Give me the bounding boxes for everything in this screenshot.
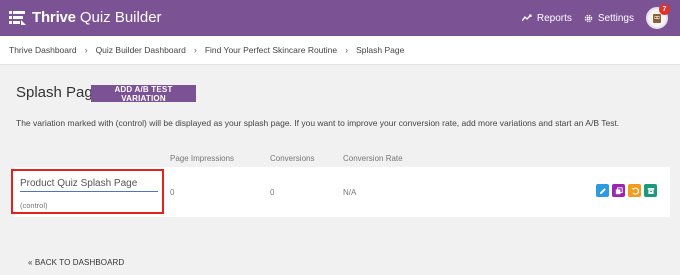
archive-button[interactable] bbox=[644, 184, 657, 197]
notification-badge: 7 bbox=[659, 4, 670, 15]
settings-link[interactable]: Settings bbox=[584, 13, 634, 24]
page-description: The variation marked with (control) will… bbox=[16, 118, 620, 128]
control-tag: (control) bbox=[20, 201, 48, 210]
top-nav: Reports Settings 7 bbox=[510, 4, 670, 31]
back-to-dashboard-link[interactable]: « BACK TO DASHBOARD bbox=[28, 258, 124, 267]
breadcrumb-quiz-builder-dashboard[interactable]: Quiz Builder Dashboard bbox=[96, 45, 186, 55]
thrive-logo-icon bbox=[9, 10, 26, 25]
impressions-value: 0 bbox=[170, 188, 175, 197]
reset-icon bbox=[631, 187, 639, 195]
breadcrumb-separator: › bbox=[193, 45, 197, 55]
archive-icon bbox=[647, 187, 654, 194]
edit-icon bbox=[599, 187, 606, 194]
gear-icon bbox=[584, 14, 593, 22]
variation-name-input[interactable]: Product Quiz Splash Page bbox=[20, 178, 137, 189]
top-bar: Thrive Quiz Builder Reports Settings 7 bbox=[0, 0, 680, 36]
conversions-value: 0 bbox=[270, 188, 275, 197]
breadcrumb-thrive-dashboard[interactable]: Thrive Dashboard bbox=[9, 45, 77, 55]
breadcrumb: Thrive Dashboard › Quiz Builder Dashboar… bbox=[0, 36, 680, 65]
page-title: Splash Page bbox=[16, 84, 102, 101]
row-actions bbox=[596, 184, 660, 197]
add-ab-test-variation-button[interactable]: ADD A/B TEST VARIATION bbox=[91, 85, 196, 103]
brand-name: Thrive bbox=[32, 9, 76, 26]
user-avatar[interactable]: 7 bbox=[646, 4, 670, 29]
copy-icon bbox=[615, 186, 623, 194]
column-header-impressions: Page Impressions bbox=[170, 154, 235, 163]
reports-label: Reports bbox=[536, 12, 572, 24]
reports-icon bbox=[521, 14, 532, 22]
app-logo[interactable]: Thrive Quiz Builder bbox=[9, 9, 162, 26]
variation-name-underline bbox=[20, 191, 158, 192]
edit-button[interactable] bbox=[596, 184, 609, 197]
reset-button[interactable] bbox=[628, 184, 641, 197]
breadcrumb-separator: › bbox=[84, 45, 88, 55]
column-header-conversions: Conversions bbox=[270, 154, 315, 163]
breadcrumb-separator: › bbox=[345, 45, 349, 55]
copy-button[interactable] bbox=[612, 184, 625, 197]
product-name: Quiz Builder bbox=[79, 9, 162, 26]
column-header-conversion-rate: Conversion Rate bbox=[343, 154, 403, 163]
settings-label: Settings bbox=[597, 12, 634, 24]
reports-link[interactable]: Reports bbox=[521, 12, 572, 24]
conversion-rate-value: N/A bbox=[343, 188, 357, 197]
breadcrumb-quiz[interactable]: Find Your Perfect Skincare Routine bbox=[205, 45, 337, 55]
breadcrumb-current: Splash Page bbox=[356, 45, 405, 55]
